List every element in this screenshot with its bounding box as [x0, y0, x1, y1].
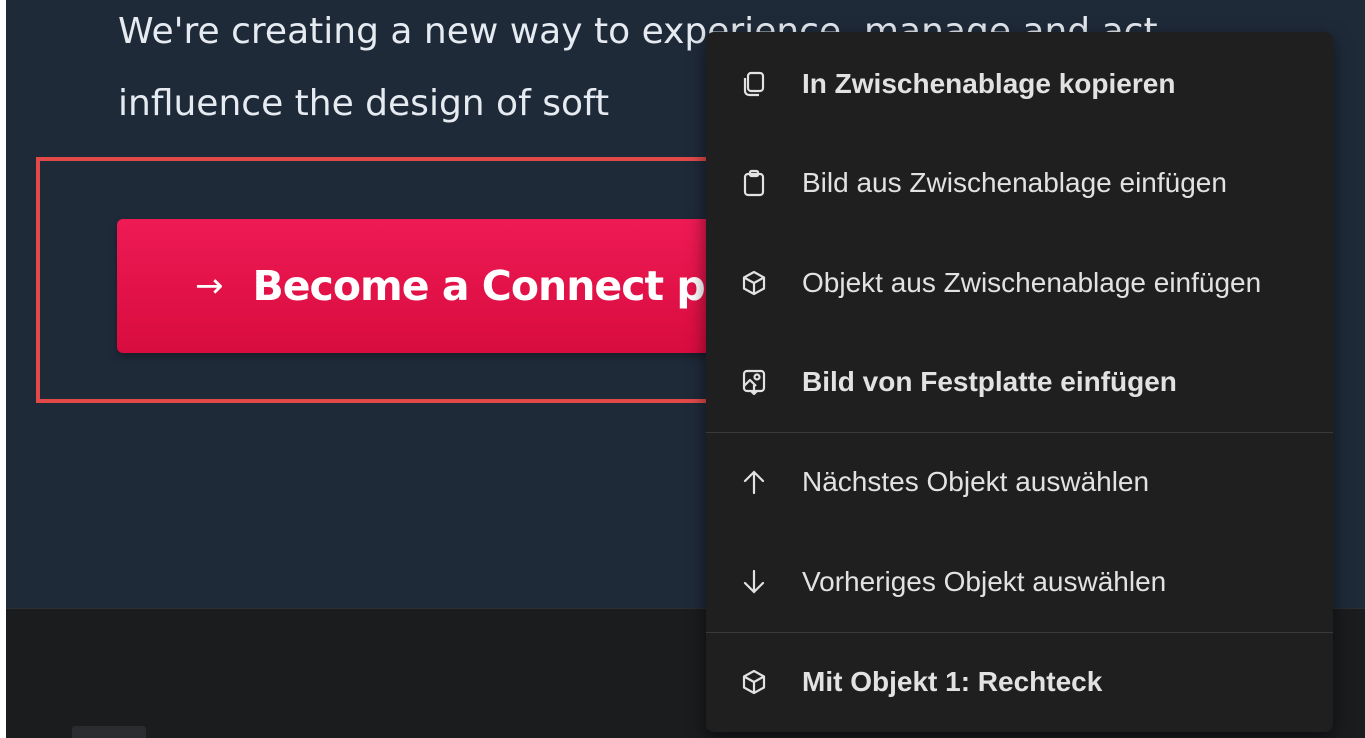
menu-item-label: Bild aus Zwischenablage einfügen	[802, 167, 1227, 198]
menu-item-select-previous-object[interactable]: Vorheriges Objekt auswählen	[706, 532, 1333, 632]
menu-item-label: Mit Objekt 1: Rechteck	[802, 666, 1103, 697]
menu-item-label: Vorheriges Objekt auswählen	[802, 566, 1167, 597]
hero-text-line-2: influence the design of soft	[118, 83, 610, 124]
menu-item-select-next-object[interactable]: Nächstes Objekt auswählen	[706, 432, 1333, 532]
arrow-up-icon	[738, 466, 770, 498]
menu-item-with-object-1-rectangle[interactable]: Mit Objekt 1: Rechteck	[706, 632, 1333, 732]
clipboard-icon	[738, 167, 770, 199]
menu-item-label: In Zwischenablage kopieren	[802, 68, 1176, 99]
copy-icon	[738, 68, 770, 100]
arrow-down-icon	[738, 566, 770, 598]
cube-icon	[738, 267, 770, 299]
footer-element	[72, 726, 146, 738]
cube-icon	[738, 666, 770, 698]
cta-label: Become a Connect pio	[252, 262, 746, 310]
menu-item-paste-object-from-clipboard[interactable]: Objekt aus Zwischenablage einfügen	[706, 233, 1333, 333]
context-menu: In Zwischenablage kopieren Bild aus Zwis…	[706, 32, 1333, 732]
menu-item-label: Nächstes Objekt auswählen	[802, 466, 1150, 497]
menu-item-paste-image-from-clipboard[interactable]: Bild aus Zwischenablage einfügen	[706, 133, 1333, 233]
menu-item-label: Bild von Festplatte einfügen	[802, 366, 1177, 397]
menu-item-insert-image-from-disk[interactable]: Bild von Festplatte einfügen	[706, 332, 1333, 432]
become-pioneer-button[interactable]: → Become a Connect pio	[117, 219, 757, 353]
arrow-right-icon: →	[195, 266, 223, 306]
menu-item-label: Objekt aus Zwischenablage einfügen	[802, 267, 1262, 298]
image-upload-icon	[738, 366, 770, 398]
menu-item-copy-to-clipboard[interactable]: In Zwischenablage kopieren	[706, 34, 1333, 134]
